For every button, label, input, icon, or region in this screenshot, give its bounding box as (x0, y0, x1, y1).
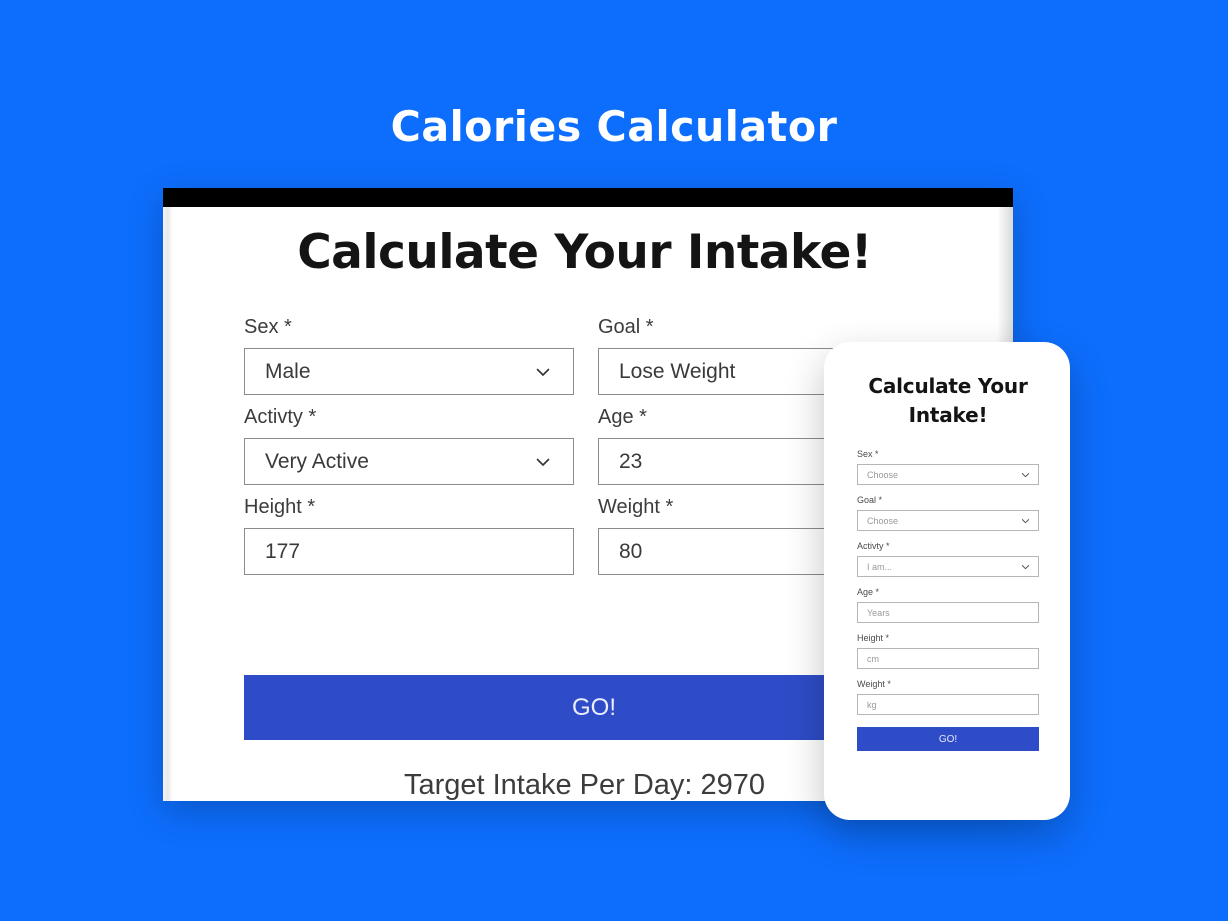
field-activity: Activty * Very Active (244, 405, 574, 485)
mobile-field-goal: Goal * Choose (857, 494, 1039, 531)
chevron-down-icon (535, 454, 551, 470)
mobile-goal-placeholder: Choose (867, 515, 899, 526)
field-height: Height * 177 (244, 495, 574, 575)
mobile-weight-placeholder: kg (867, 699, 877, 710)
field-label-activity: Activty * (244, 406, 317, 428)
mobile-height-input[interactable]: cm (857, 648, 1039, 669)
mobile-activity-select[interactable]: I am... (857, 556, 1039, 577)
activity-select[interactable]: Very Active (244, 438, 574, 485)
height-input-value: 177 (265, 539, 301, 563)
browser-title-bar (163, 188, 1013, 207)
mobile-heading: Calculate Your Intake! (868, 374, 1028, 427)
field-sex: Sex * Male (244, 315, 574, 395)
field-label-sex: Sex * (244, 316, 292, 338)
page-title: Calories Calculator (390, 102, 838, 151)
mobile-field-label-height: Height * (857, 633, 890, 643)
activity-select-value: Very Active (265, 449, 369, 473)
goal-select-value: Lose Weight (619, 359, 736, 383)
chevron-down-icon (1021, 470, 1030, 479)
mobile-preview-card: Calculate Your Intake! Sex * Choose Goal… (824, 342, 1070, 820)
sex-select[interactable]: Male (244, 348, 574, 395)
chevron-down-icon (1021, 516, 1030, 525)
field-label-goal: Goal * (598, 316, 654, 338)
mobile-field-label-activity: Activty * (857, 541, 890, 551)
chevron-down-icon (535, 364, 551, 380)
mobile-field-label-sex: Sex * (857, 449, 879, 459)
field-label-height: Height * (244, 496, 316, 518)
mobile-field-age: Age * Years (857, 586, 1039, 623)
chevron-down-icon (1021, 562, 1030, 571)
mobile-sex-select[interactable]: Choose (857, 464, 1039, 485)
mobile-field-sex: Sex * Choose (857, 448, 1039, 485)
mobile-field-label-age: Age * (857, 587, 880, 597)
desktop-heading: Calculate Your Intake! (297, 225, 872, 280)
mobile-age-input[interactable]: Years (857, 602, 1039, 623)
mobile-height-placeholder: cm (867, 653, 879, 664)
mobile-activity-placeholder: I am... (867, 561, 893, 572)
mobile-field-label-goal: Goal * (857, 495, 883, 505)
mobile-page-body: Calculate Your Intake! Sex * Choose Goal… (857, 372, 1039, 751)
height-input[interactable]: 177 (244, 528, 574, 575)
sex-select-value: Male (265, 359, 311, 383)
weight-input-value: 80 (619, 539, 643, 563)
mobile-field-activity: Activty * I am... (857, 540, 1039, 577)
mobile-age-placeholder: Years (867, 607, 890, 618)
mobile-weight-input[interactable]: kg (857, 694, 1039, 715)
mobile-go-button[interactable]: GO! (857, 727, 1039, 751)
mobile-field-label-weight: Weight * (857, 679, 891, 689)
mobile-goal-select[interactable]: Choose (857, 510, 1039, 531)
mobile-sex-placeholder: Choose (867, 469, 899, 480)
mobile-field-height: Height * cm (857, 632, 1039, 669)
mobile-field-weight: Weight * kg (857, 678, 1039, 715)
card-left-edge (163, 207, 172, 801)
age-input-value: 23 (619, 449, 643, 473)
